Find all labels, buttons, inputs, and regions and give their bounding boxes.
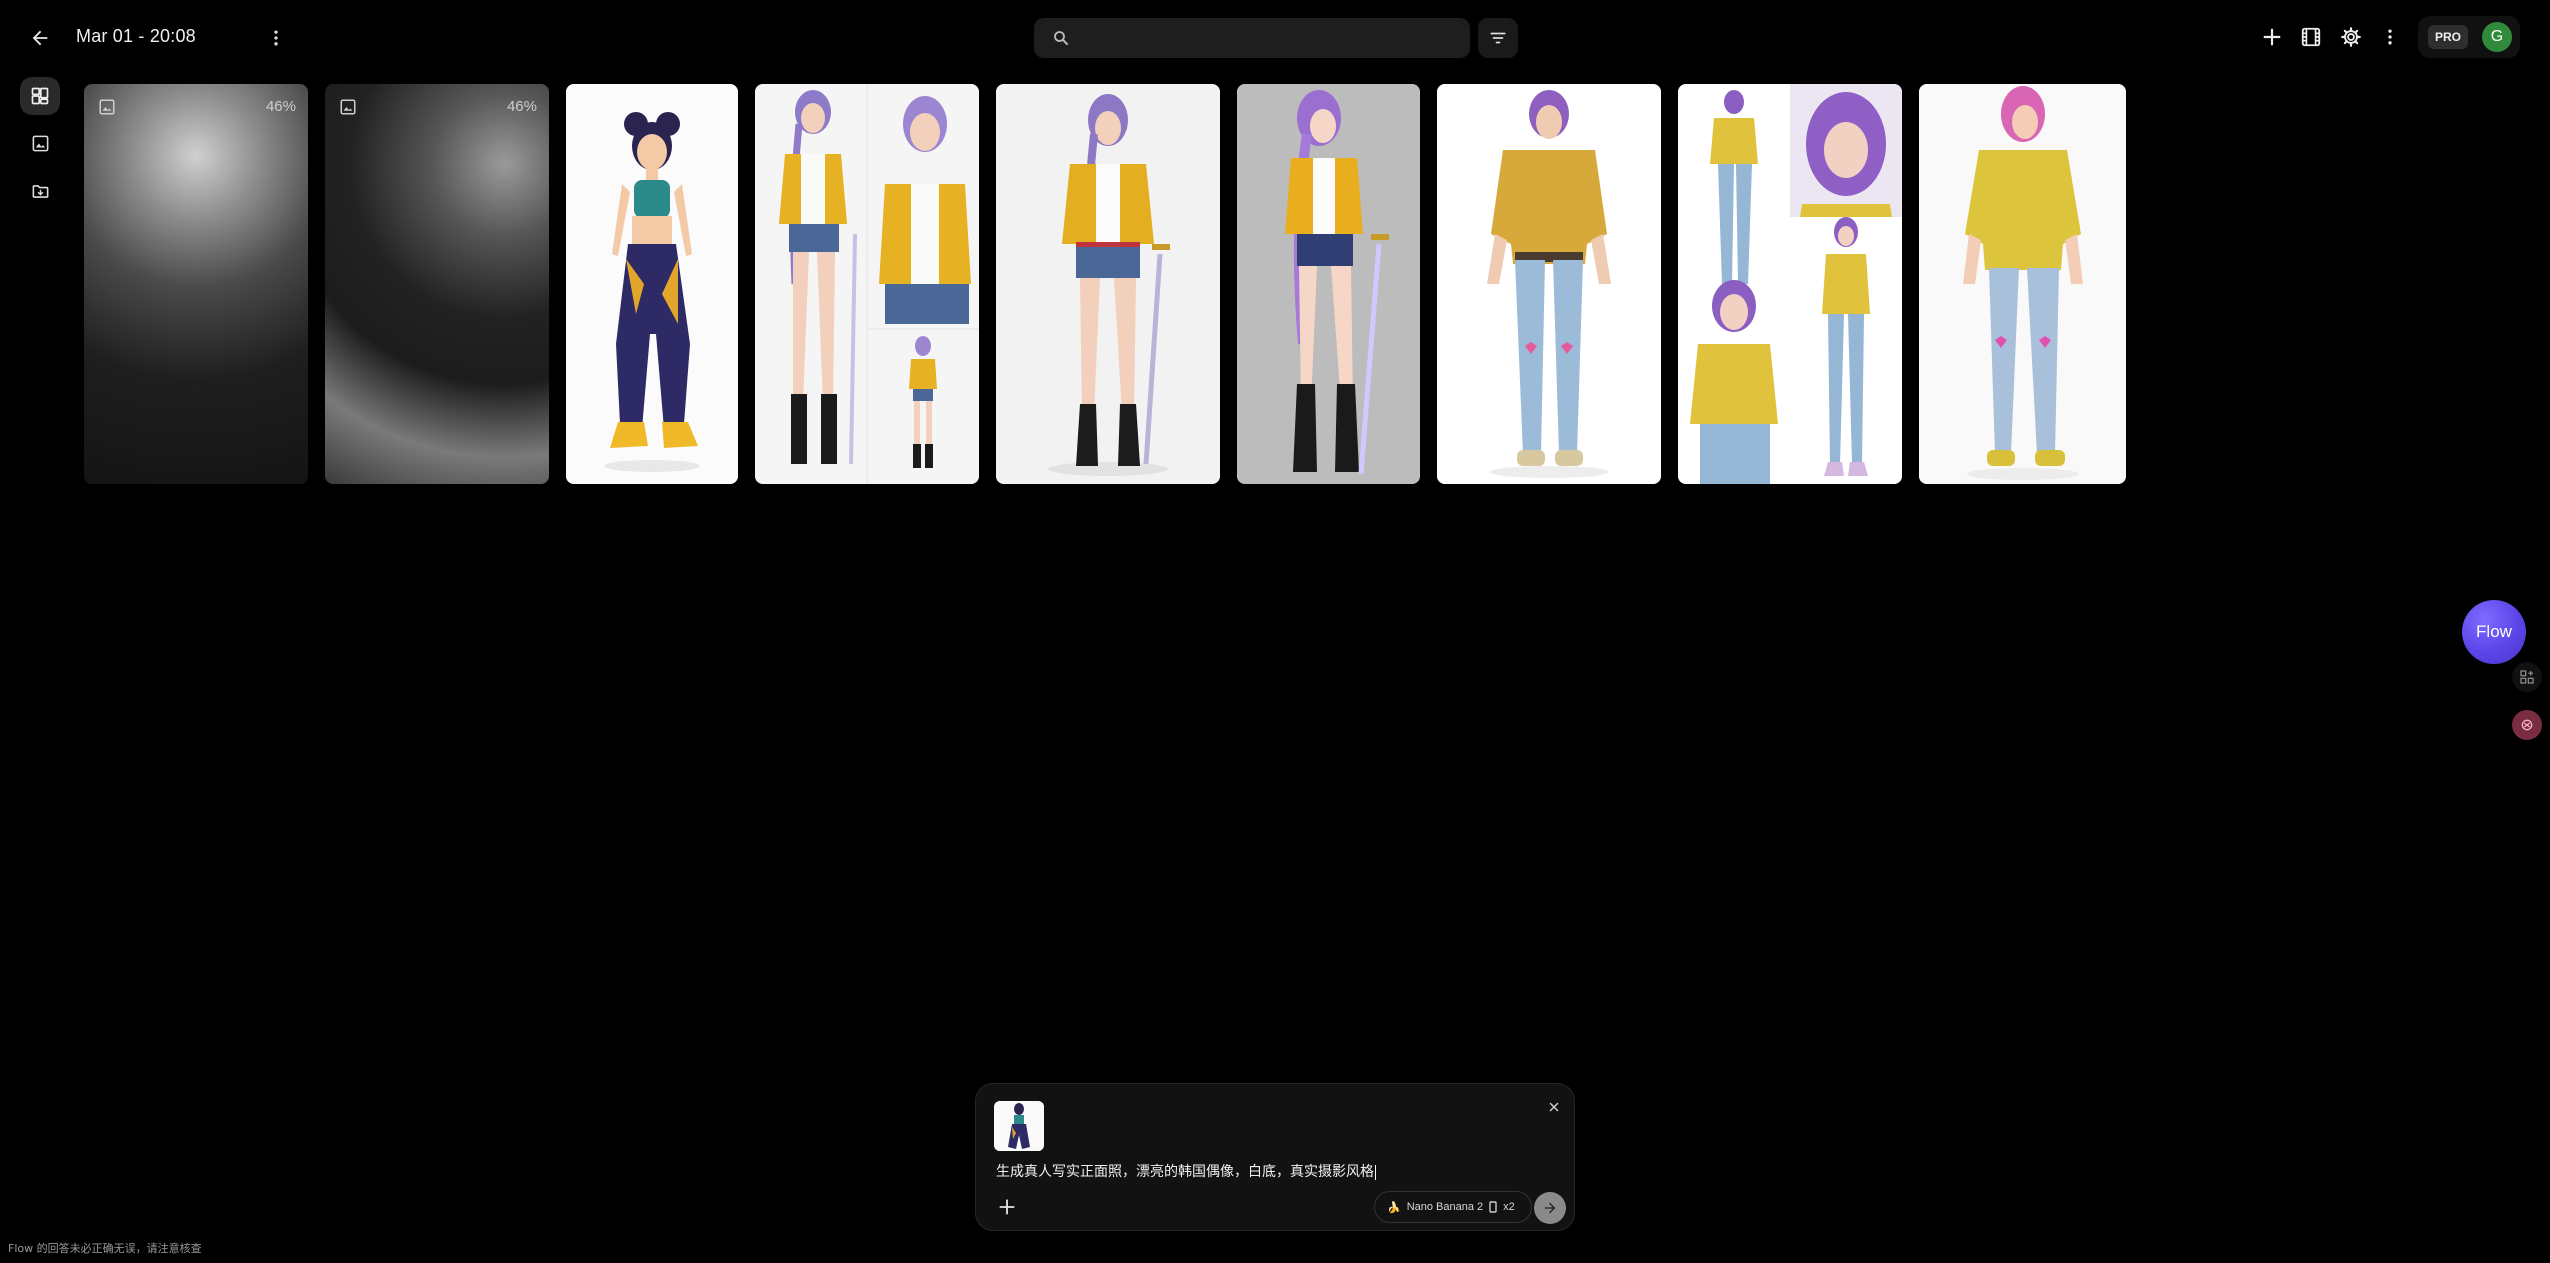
pro-badge: PRO: [2428, 25, 2469, 49]
add-media-button[interactable]: [992, 1192, 1022, 1222]
prompt-input[interactable]: 生成真人写实正面照，漂亮的韩国偶像，白底，真实摄影风格: [996, 1161, 1376, 1181]
arrow-left-icon: [32, 30, 48, 46]
widgets-icon: [2520, 670, 2534, 684]
plus-icon: [2263, 28, 2281, 46]
model-selector[interactable]: 🍌 Nano Banana 2 x2: [1374, 1191, 1532, 1223]
idol-collage-image: [755, 84, 979, 484]
reference-image: [994, 1101, 1044, 1151]
send-button[interactable]: [1534, 1192, 1566, 1224]
arrow-right-icon: [1544, 1202, 1556, 1214]
generation-progress: 46%: [506, 98, 537, 115]
output-count: x2: [1503, 1201, 1515, 1213]
generation-progress: 46%: [265, 98, 296, 115]
rail-images-button[interactable]: [20, 124, 60, 162]
settings-button[interactable]: [2333, 18, 2369, 56]
plus-icon: [999, 1199, 1015, 1215]
rail-folders-button[interactable]: [20, 172, 60, 210]
prompt-text: 生成真人写实正面照，漂亮的韩国偶像，白底，真实摄影风格: [996, 1164, 1374, 1180]
filter-button[interactable]: [1478, 18, 1518, 58]
pink-hair-shirt-image: [1919, 84, 2126, 484]
search-input[interactable]: [1070, 18, 1470, 58]
image-icon: [32, 135, 48, 151]
image-placeholder-icon: [340, 99, 356, 115]
flow-assistant-button[interactable]: Flow: [2462, 600, 2526, 664]
idol-sword-gray-image: [1237, 84, 1420, 484]
gallery-image[interactable]: [1237, 84, 1420, 484]
purple-hair-shirt-image: [1437, 84, 1661, 484]
avatar[interactable]: G: [2482, 22, 2512, 52]
project-title: Mar 01 - 20:08: [76, 26, 196, 46]
gallery-image[interactable]: [1437, 84, 1661, 484]
gallery-image[interactable]: [755, 84, 979, 484]
gallery-image[interactable]: [996, 84, 1220, 484]
more-options-button[interactable]: [2372, 18, 2408, 56]
generating-tile[interactable]: 46%: [325, 84, 549, 484]
close-icon: [1549, 1102, 1559, 1112]
reference-image-thumbnail[interactable]: [994, 1101, 1044, 1151]
folder-move-icon: [32, 184, 48, 198]
more-vert-icon: [2388, 29, 2392, 45]
text-caret: [1375, 1164, 1376, 1180]
back-button[interactable]: [22, 20, 58, 56]
search-bar[interactable]: [1034, 18, 1470, 58]
more-vert-icon: [274, 30, 278, 46]
rail-grid-view-button[interactable]: [20, 77, 60, 115]
account-chip[interactable]: PRO G: [2418, 16, 2520, 58]
extension-avatar-button[interactable]: [2512, 710, 2542, 740]
scenebuilder-button[interactable]: [2293, 18, 2329, 56]
prompt-composer: 生成真人写实正面照，漂亮的韩国偶像，白底，真实摄影风格 🍌 Nano Banan…: [975, 1083, 1575, 1231]
banana-icon: 🍌: [1387, 1201, 1401, 1214]
idol-sword-image: [996, 84, 1220, 484]
filter-icon: [1490, 32, 1506, 44]
project-menu-button[interactable]: [262, 20, 290, 56]
gallery-image[interactable]: [1678, 84, 1902, 484]
search-icon: [1054, 31, 1068, 45]
cartoon-girl-image: [566, 84, 738, 484]
gallery-image[interactable]: [1919, 84, 2126, 484]
add-widget-button[interactable]: [2512, 662, 2542, 692]
gallery-image[interactable]: [566, 84, 738, 484]
purple-hair-collage-image: [1678, 84, 1902, 484]
portrait-aspect-icon: [1489, 1201, 1497, 1213]
image-placeholder-icon: [99, 99, 115, 115]
grid-view-icon: [31, 87, 49, 105]
model-name: Nano Banana 2: [1406, 1201, 1484, 1213]
generating-tile[interactable]: 46%: [84, 84, 308, 484]
top-bar: Mar 01 - 20:08 PRO G: [0, 0, 2550, 74]
gear-icon: [2341, 27, 2361, 47]
disclaimer-text: Flow 的回答未必正确无误，请注意核查: [8, 1242, 202, 1255]
new-item-button[interactable]: [2254, 18, 2290, 56]
remove-reference-button[interactable]: [1544, 1097, 1564, 1117]
extension-icon: [2521, 719, 2533, 731]
film-icon: [2301, 27, 2321, 47]
